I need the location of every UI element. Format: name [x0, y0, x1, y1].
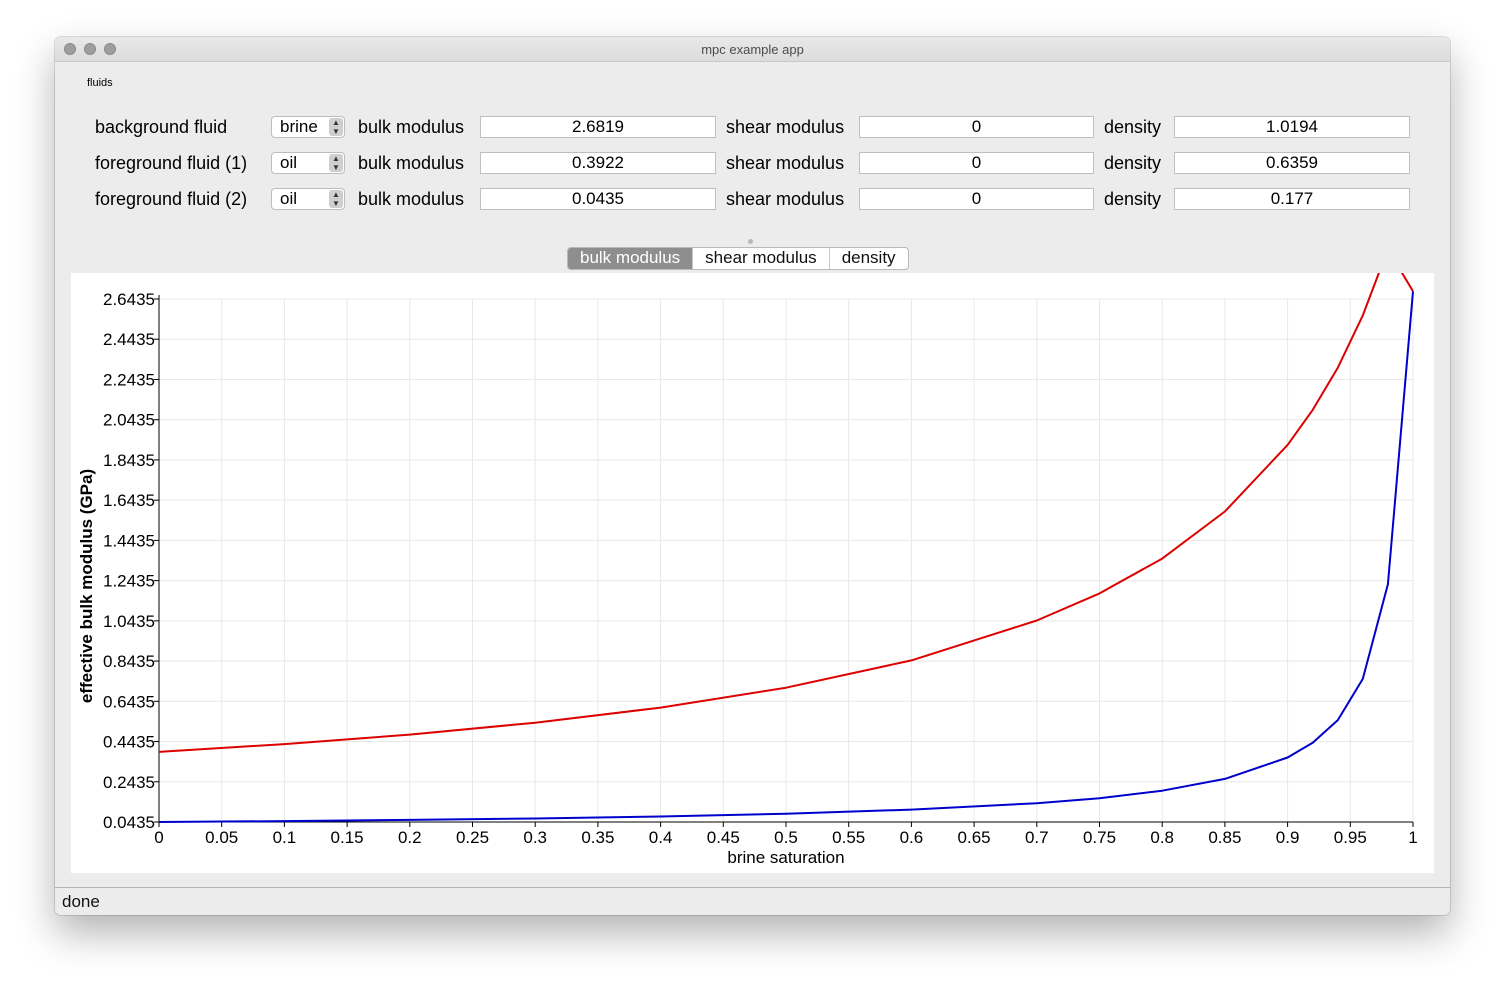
shear-modulus-label: shear modulus [726, 189, 845, 209]
x-tick-label: 0.5 [774, 828, 798, 847]
y-tick-label: 1.6435 [103, 491, 155, 510]
foreground-fluid-1-select[interactable]: oil ▲ ▼ [271, 152, 345, 174]
density-label: density [1104, 153, 1162, 173]
background-fluid-value: brine [280, 117, 318, 136]
x-tick-label: 0.05 [205, 828, 238, 847]
plot-tab-bar: bulk modulus shear modulus density [567, 247, 909, 270]
x-tick-label: 0.8 [1150, 828, 1174, 847]
foreground-fluid-2-select[interactable]: oil ▲ ▼ [271, 188, 345, 210]
y-tick-label: 0.8435 [103, 652, 155, 671]
x-tick-label: 0.2 [398, 828, 422, 847]
y-tick-label: 2.6435 [103, 290, 155, 309]
y-tick-label: 1.8435 [103, 451, 155, 470]
x-tick-label: 1 [1408, 828, 1417, 847]
density-label: density [1104, 117, 1162, 137]
background-fluid-select[interactable]: brine ▲ ▼ [271, 116, 345, 138]
plot-panel[interactable]: 0 0.05 0.1 0.15 0.2 0.25 0.3 0.35 0.4 0.45 0.5 0.55… [71, 248, 1434, 873]
x-tick-label: 0.25 [456, 828, 489, 847]
x-tick-label: 0.75 [1083, 828, 1116, 847]
y-axis-label: effective bulk modulus (GPa) [77, 469, 96, 703]
x-tick-label: 0.45 [707, 828, 740, 847]
x-tick-label: 0.7 [1025, 828, 1049, 847]
foreground-fluid-1-label: foreground fluid (1) [95, 153, 248, 173]
updown-chevron-icon: ▲ ▼ [329, 118, 343, 136]
y-tick-label: 0.0435 [103, 813, 155, 832]
tab-shear-modulus[interactable]: shear modulus [692, 248, 829, 269]
bulk-modulus-label: bulk modulus [358, 153, 465, 173]
foreground-fluid-2-label: foreground fluid (2) [95, 189, 248, 209]
foreground-2-density-field[interactable]: 0.177 [1174, 188, 1410, 210]
y-tick-label: 1.2435 [103, 572, 155, 591]
bulk-modulus-chart: 0 0.05 0.1 0.15 0.2 0.25 0.3 0.35 0.4 0.45 0.5 0.55… [77, 248, 1418, 867]
foreground-1-bulk-modulus-field[interactable]: 0.3922 [480, 152, 716, 174]
foreground-1-density-field[interactable]: 0.6359 [1174, 152, 1410, 174]
x-tick-label: 0.55 [832, 828, 865, 847]
updown-chevron-icon: ▲ ▼ [329, 190, 343, 208]
x-axis-label: brine saturation [727, 848, 844, 867]
foreground-1-shear-modulus-field[interactable]: 0 [859, 152, 1094, 174]
x-tick-label: 0.65 [958, 828, 991, 847]
x-tick-label: 0.4 [649, 828, 673, 847]
tab-bulk-modulus[interactable]: bulk modulus [568, 248, 693, 269]
updown-chevron-icon: ▲ ▼ [329, 154, 343, 172]
y-tick-label: 1.0435 [103, 612, 155, 631]
background-fluid-label: background fluid [95, 117, 228, 137]
y-tick-label: 2.0435 [103, 411, 155, 430]
fluids-group-title: fluids [87, 77, 113, 89]
x-tick-label: 0.85 [1208, 828, 1241, 847]
foreground-fluid-1-value: oil [280, 153, 298, 172]
title-bar: mpc example app [55, 37, 1450, 62]
y-tick-label: 0.4435 [103, 733, 155, 752]
app-window: mpc example app fluids background fluid … [55, 37, 1450, 915]
y-tick-label: 0.6435 [103, 692, 155, 711]
x-tick-label: 0.35 [581, 828, 614, 847]
background-density-field[interactable]: 1.0194 [1174, 116, 1410, 138]
background-shear-modulus-field[interactable]: 0 [859, 116, 1094, 138]
status-text: done [62, 892, 100, 911]
y-tick-label: 1.4435 [103, 531, 155, 550]
x-tick-label: 0.6 [900, 828, 924, 847]
x-tick-label: 0.1 [273, 828, 297, 847]
x-tick-label: 0.95 [1334, 828, 1367, 847]
foreground-2-bulk-modulus-field[interactable]: 0.0435 [480, 188, 716, 210]
window-title: mpc example app [701, 42, 804, 57]
y-tick-label: 0.2435 [103, 773, 155, 792]
density-label: density [1104, 189, 1162, 209]
background-bulk-modulus-field[interactable]: 2.6819 [480, 116, 716, 138]
foreground-2-shear-modulus-field[interactable]: 0 [859, 188, 1094, 210]
status-bar: done [55, 887, 1450, 915]
x-tick-label: 0.9 [1276, 828, 1300, 847]
x-tick-label: 0.15 [331, 828, 364, 847]
y-tick-label: 2.4435 [103, 330, 155, 349]
shear-modulus-label: shear modulus [726, 153, 845, 173]
y-tick-label: 2.2435 [103, 370, 155, 389]
bulk-modulus-label: bulk modulus [358, 189, 465, 209]
splitter-handle[interactable] [748, 239, 753, 244]
x-tick-label: 0.3 [523, 828, 547, 847]
foreground-fluid-2-value: oil [280, 189, 298, 208]
tab-density[interactable]: density [828, 248, 908, 269]
bulk-modulus-label: bulk modulus [358, 117, 465, 137]
shear-modulus-label: shear modulus [726, 117, 845, 137]
x-tick-label: 0 [154, 828, 163, 847]
